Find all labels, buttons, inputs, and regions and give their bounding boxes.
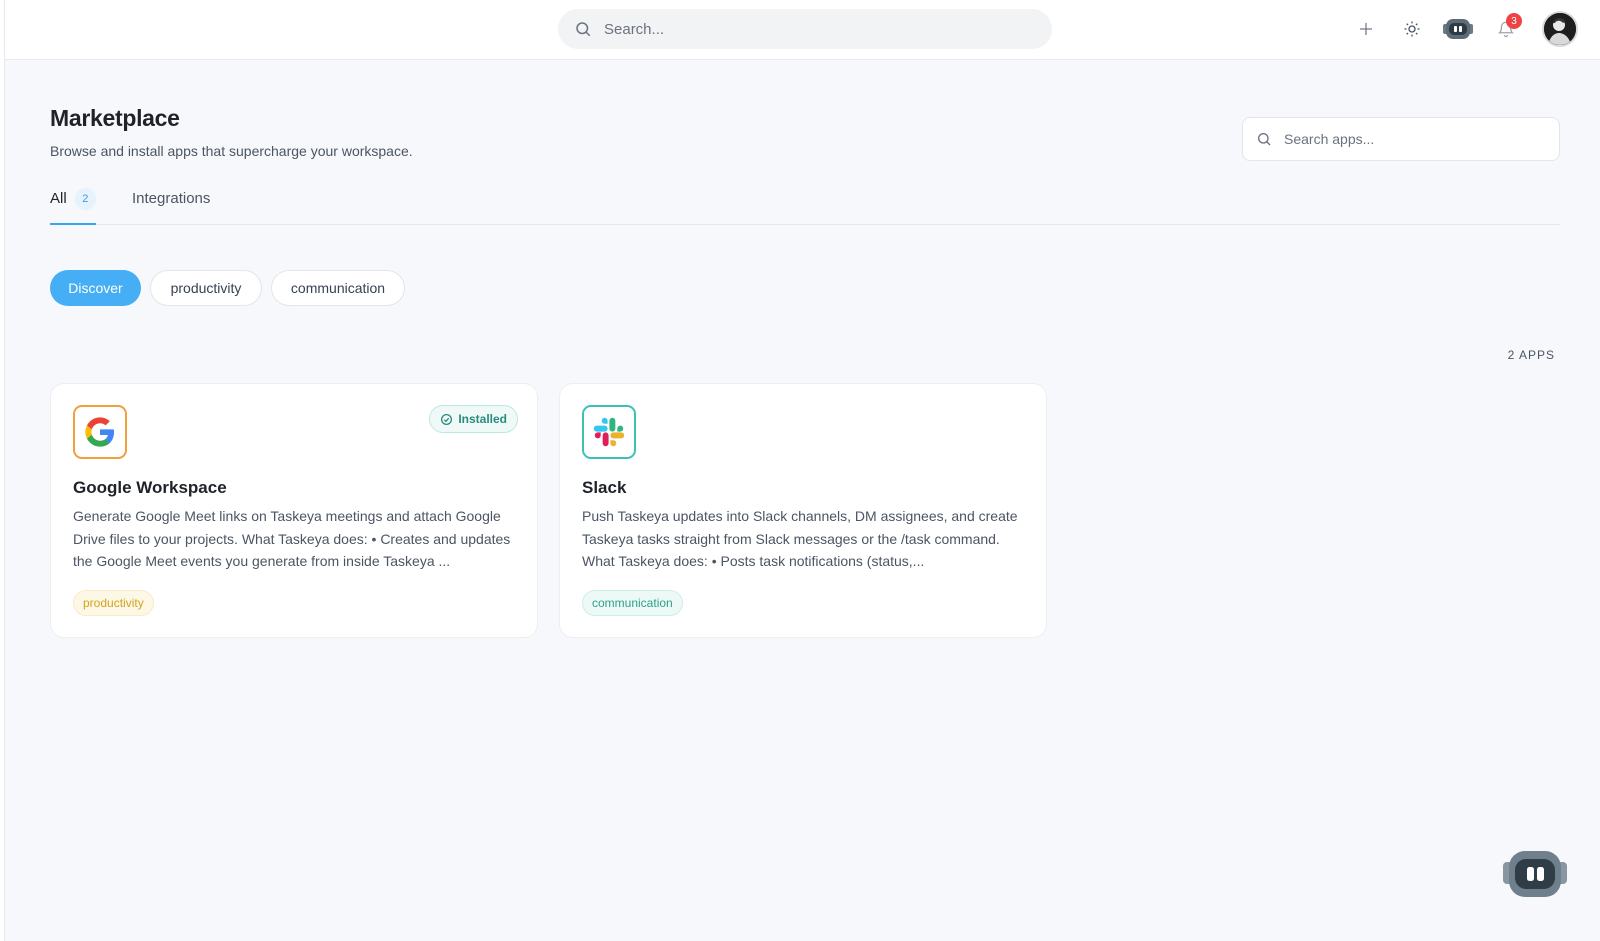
plus-icon[interactable]: [1350, 13, 1382, 45]
app-card-google-workspace[interactable]: Installed Google Workspace Generate Goog…: [50, 383, 538, 638]
page-title: Marketplace: [50, 105, 180, 131]
search-icon: [576, 22, 591, 37]
notification-count-badge: 3: [1506, 13, 1522, 29]
user-avatar[interactable]: [1542, 11, 1578, 47]
notifications-button[interactable]: 3: [1490, 13, 1522, 45]
filter-discover[interactable]: Discover: [50, 270, 141, 306]
app-description: Generate Google Meet links on Taskeya me…: [73, 508, 511, 569]
app-card-slack[interactable]: Slack Push Taskeya updates into Slack ch…: [559, 383, 1047, 638]
assistant-bot-button[interactable]: [1501, 848, 1569, 900]
tab-all[interactable]: All 2: [50, 184, 96, 225]
filter-productivity[interactable]: productivity: [150, 270, 262, 306]
installed-badge: Installed: [429, 405, 518, 433]
global-search[interactable]: [558, 9, 1052, 49]
app-name: Slack: [582, 478, 627, 497]
installed-label: Installed: [458, 412, 507, 426]
sun-icon[interactable]: [1396, 13, 1428, 45]
app-name: Google Workspace: [73, 478, 227, 497]
apps-count: 2 APPS: [1507, 348, 1555, 362]
slack-icon: [582, 405, 636, 459]
tab-count-badge: 2: [74, 188, 96, 210]
tab-label: All: [50, 190, 67, 207]
google-icon: [73, 405, 127, 459]
app-frame: 3 Marketplace Browse and install apps th…: [4, 0, 1600, 941]
tab-integrations[interactable]: Integrations: [132, 184, 210, 225]
tab-label: Integrations: [132, 190, 211, 207]
filter-communication[interactable]: communication: [271, 270, 405, 306]
app-description: Push Taskeya updates into Slack channels…: [582, 508, 1018, 569]
app-tag: productivity: [73, 590, 154, 616]
page-subtitle: Browse and install apps that supercharge…: [50, 143, 413, 159]
global-search-input[interactable]: [604, 20, 1024, 38]
apps-search-input[interactable]: [1284, 131, 1544, 147]
search-icon: [1258, 133, 1271, 146]
app-tag: communication: [582, 590, 683, 616]
apps-search[interactable]: [1242, 117, 1560, 161]
tab-bar: All 2 Integrations: [50, 184, 1560, 225]
bot-icon[interactable]: [1442, 13, 1474, 45]
top-bar: 3: [5, 0, 1600, 60]
check-circle-icon: [441, 413, 453, 425]
bot-icon: [1503, 851, 1567, 897]
